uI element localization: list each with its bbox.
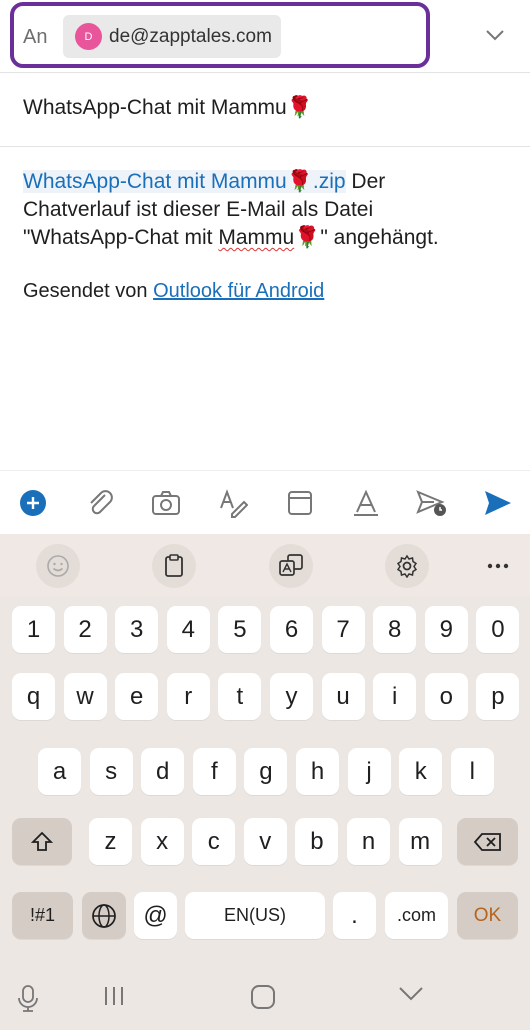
- key-1[interactable]: 1: [12, 606, 55, 653]
- emoji-icon[interactable]: [36, 544, 80, 588]
- key-q[interactable]: q: [12, 673, 55, 720]
- soft-keyboard: 1 2 3 4 5 6 7 8 9 0 q w e r t y u i o p a s d f g h j k l z x c v b n m !#1 @…: [0, 534, 530, 1030]
- language-key[interactable]: [82, 892, 126, 939]
- keyboard-toolbar: [0, 534, 530, 596]
- send-icon[interactable]: [482, 487, 514, 519]
- key-4[interactable]: 4: [166, 606, 210, 653]
- add-icon[interactable]: [17, 487, 49, 519]
- key-7[interactable]: 7: [321, 606, 365, 653]
- divider: [0, 72, 530, 73]
- body-text: "WhatsApp-Chat mit: [23, 226, 219, 249]
- shift-key[interactable]: [12, 818, 72, 865]
- symbols-key[interactable]: !#1: [12, 892, 73, 939]
- body-text: 🌹" angehängt.: [294, 226, 439, 249]
- format-icon[interactable]: [217, 487, 249, 519]
- key-r[interactable]: r: [166, 673, 210, 720]
- key-b[interactable]: b: [295, 818, 339, 865]
- key-y[interactable]: y: [270, 673, 313, 720]
- compose-toolbar: [0, 470, 530, 534]
- key-a[interactable]: a: [38, 748, 81, 795]
- key-v[interactable]: v: [243, 818, 287, 865]
- key-c[interactable]: c: [192, 818, 236, 865]
- more-icon[interactable]: [476, 544, 520, 588]
- attach-icon[interactable]: [84, 487, 116, 519]
- body-text: Der: [345, 170, 386, 193]
- divider: [0, 146, 530, 147]
- key-9[interactable]: 9: [424, 606, 468, 653]
- key-h[interactable]: h: [296, 748, 339, 795]
- chevron-down-icon[interactable]: [485, 28, 505, 47]
- key-i[interactable]: i: [373, 673, 417, 720]
- key-z[interactable]: z: [89, 818, 132, 865]
- globe-icon: [92, 903, 116, 928]
- key-2[interactable]: 2: [63, 606, 107, 653]
- system-nav-bar: [0, 962, 530, 1030]
- key-p[interactable]: p: [476, 673, 520, 720]
- key-m[interactable]: m: [398, 818, 442, 865]
- clipboard-icon[interactable]: [152, 544, 196, 588]
- key-3[interactable]: 3: [115, 606, 159, 653]
- backspace-key[interactable]: [457, 818, 518, 865]
- signature-icon[interactable]: [350, 487, 382, 519]
- dotcom-key[interactable]: .com: [385, 892, 448, 939]
- back-icon[interactable]: [398, 984, 424, 1004]
- shift-icon: [31, 831, 53, 851]
- key-g[interactable]: g: [244, 748, 288, 795]
- signature: Gesendet von Outlook für Android: [23, 280, 324, 303]
- key-0[interactable]: 0: [476, 606, 520, 653]
- microphone-icon[interactable]: [17, 984, 39, 1012]
- signature-link[interactable]: Outlook für Android: [153, 280, 324, 302]
- settings-icon[interactable]: [385, 544, 429, 588]
- at-key[interactable]: @: [134, 892, 177, 939]
- key-w[interactable]: w: [63, 673, 107, 720]
- key-x[interactable]: x: [140, 818, 184, 865]
- recipient-chip[interactable]: D de@zapptales.com: [63, 15, 281, 58]
- recipient-row: An D de@zapptales.com: [0, 0, 530, 72]
- key-k[interactable]: k: [399, 748, 443, 795]
- recent-apps-icon[interactable]: [102, 984, 126, 1008]
- subject-field[interactable]: WhatsApp-Chat mit Mammu🌹: [23, 96, 313, 120]
- key-s[interactable]: s: [89, 748, 133, 795]
- key-f[interactable]: f: [192, 748, 236, 795]
- misspelled-word[interactable]: Mammu: [218, 226, 294, 249]
- key-n[interactable]: n: [347, 818, 390, 865]
- recipient-email: de@zapptales.com: [109, 25, 272, 47]
- message-body[interactable]: WhatsApp-Chat mit Mammu🌹.zip Der Chatver…: [23, 168, 513, 252]
- schedule-send-icon[interactable]: [416, 487, 448, 519]
- home-icon[interactable]: [250, 984, 276, 1010]
- key-t[interactable]: t: [218, 673, 262, 720]
- body-text: Chatverlauf ist dieser E-Mail als Datei: [23, 198, 374, 221]
- camera-icon[interactable]: [150, 487, 182, 519]
- period-key[interactable]: .: [333, 892, 376, 939]
- translate-icon[interactable]: [269, 544, 313, 588]
- key-l[interactable]: l: [450, 748, 494, 795]
- to-label: An: [23, 26, 48, 48]
- avatar: D: [75, 23, 102, 50]
- backspace-icon: [473, 832, 501, 851]
- space-key[interactable]: EN(US): [185, 892, 325, 939]
- key-d[interactable]: d: [141, 748, 185, 795]
- template-icon[interactable]: [284, 487, 316, 519]
- key-5[interactable]: 5: [218, 606, 262, 653]
- ok-key[interactable]: OK: [457, 892, 518, 939]
- key-j[interactable]: j: [347, 748, 391, 795]
- signature-prefix: Gesendet von: [23, 280, 154, 302]
- attachment-link[interactable]: WhatsApp-Chat mit Mammu🌹.zip: [23, 170, 346, 193]
- key-o[interactable]: o: [424, 673, 468, 720]
- key-8[interactable]: 8: [373, 606, 417, 653]
- key-6[interactable]: 6: [270, 606, 313, 653]
- key-e[interactable]: e: [115, 673, 159, 720]
- key-u[interactable]: u: [321, 673, 365, 720]
